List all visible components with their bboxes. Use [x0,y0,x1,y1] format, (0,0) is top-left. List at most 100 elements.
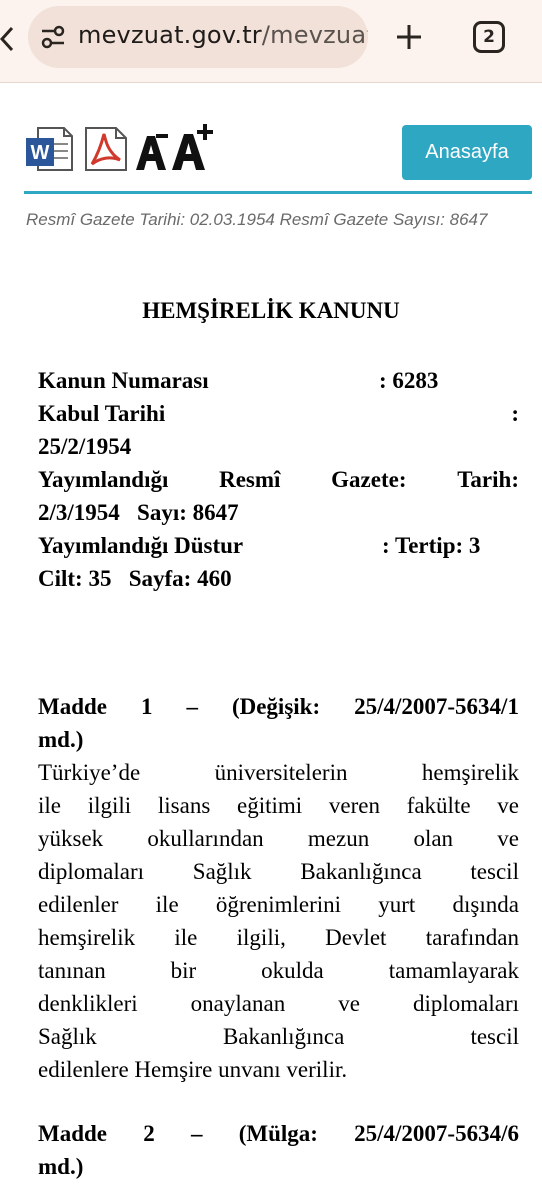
decrease-font-icon[interactable] [134,128,170,172]
body-word: ile [155,892,179,917]
dustur-row: Yayımlandığı Düstur : Tertip: 3 [38,529,519,562]
heading-word: 25/4/2007-5634/6 [354,1121,519,1146]
body-word: tescil [470,859,519,884]
law-number-label: Kanun Numarası [38,368,209,393]
body-word: edilenler [38,892,119,917]
article-2: Madde 2 – (Mülga: 25/4/2007-5634/6 md.) [38,1117,519,1183]
body-word: okullarından [147,826,264,851]
body-word: hemşirelik [421,760,519,785]
gazette-date-issue-row: 2/3/1954 Sayı: 8647 [38,496,519,529]
article-body-line: Türkiye’de üniversitelerin hemşirelik [38,756,519,789]
gazette-label-part: Gazete: [331,467,407,492]
word-download-icon[interactable]: W [24,124,74,174]
body-word: Sağlık [192,859,252,884]
dustur-label: Yayımlandığı Düstur [38,533,244,558]
body-word: ve [497,826,519,851]
increase-font-icon[interactable] [170,122,214,172]
heading-word: – [190,1121,203,1146]
body-word: ile [38,793,61,818]
body-word: üniversitelerin [214,760,348,785]
body-word: bir [170,958,197,983]
body-word: yüksek [38,826,104,851]
gazette-info: Resmî Gazete Tarihi: 02.03.1954 Resmî Ga… [26,210,488,229]
article-body: Türkiye’de üniversitelerin hemşirelik ile il… [38,756,519,1053]
article-body-last-line: edilenlere Hemşire unvanı verilir. [38,1057,348,1082]
body-word: öğrenimlerini [215,892,342,917]
article-heading: Madde 2 – (Mülga: 25/4/2007-5634/6 [38,1117,519,1150]
body-word: tamamlayarak [388,958,519,983]
article-body-line: hemşirelik ile ilgili, Devlet tarafından [38,921,519,954]
url-path: /mevzuat [261,21,368,49]
article-heading: Madde 1 – (Değişik: 25/4/2007-5634/1 [38,690,519,723]
acceptance-label: Kabul Tarihi [38,401,166,426]
tab-switcher-button[interactable]: 2 [473,21,505,53]
body-word: ilgili [87,793,132,818]
volume-page: Cilt: 35 Sayfa: 460 [38,566,232,591]
body-word: Bakanlığınca [300,859,422,884]
article-body-line: denklikleri onaylanan ve diplomaları [38,987,519,1020]
body-word: veren [328,793,380,818]
body-word: Devlet [325,925,387,950]
body-word: ilgili, [236,925,286,950]
body-word: hemşirelik [38,925,136,950]
acceptance-date: 25/2/1954 [38,434,132,459]
volume-page-row: Cilt: 35 Sayfa: 460 [38,562,519,595]
body-word: Sağlık [38,1024,97,1049]
word-icon-letter: W [31,142,50,164]
body-word: mezun [307,826,370,851]
article-body-line: Sağlık Bakanlığınca tescil [38,1020,519,1053]
site-settings-icon[interactable] [40,24,66,50]
law-number-row: Kanun Numarası : 6283 [38,364,519,397]
body-word: ve [497,793,519,818]
body-word: onaylanan [190,991,286,1016]
new-tab-icon[interactable] [394,22,424,52]
gazette-label-part: Tarih: [457,467,519,492]
pdf-download-icon[interactable] [80,124,130,174]
home-button[interactable]: Anasayfa [402,125,532,180]
body-word: eğitimi [237,793,303,818]
body-word: Türkiye’de [38,760,141,785]
gazette-label-part: Resmî [219,467,281,492]
gazette-publication-row: Yayımlandığı Resmî Gazete: Tarih: [38,463,519,496]
toolbar-divider [24,191,532,194]
article-body-line: diplomaları Sağlık Bakanlığınca tescil [38,855,519,888]
heading-word: Madde [38,1121,107,1146]
article-body-line: yüksek okullarından mezun olan ve [38,822,519,855]
browser-address-bar: mevzuat.gov.tr/mevzuat 2 [0,0,542,83]
acceptance-date-row: 25/2/1954 [38,430,519,463]
article-heading-cont: md.) [38,1154,84,1179]
gazette-date-issue: 2/3/1954 Sayı: 8647 [38,500,239,525]
body-word: diplomaları [38,859,145,884]
body-word: yurt [378,892,416,917]
heading-word: – [186,694,198,719]
heading-word: (Mülga: [238,1121,318,1146]
body-word: diplomaları [412,991,519,1016]
body-word: tanınan [38,958,106,983]
article-heading-cont: md.) [38,727,84,752]
article-body-line: edilenler ile öğrenimlerini yurt dışında [38,888,519,921]
article-body-line: ile ilgili lisans eğitimi veren fakülte ve [38,789,519,822]
body-word: olan [413,826,454,851]
body-word: fakülte [406,793,471,818]
body-word: dışında [452,892,519,917]
acceptance-colon: : [511,401,519,426]
body-word: ve [338,991,360,1016]
body-word: okulda [261,958,324,983]
heading-word: 2 [143,1121,155,1146]
url-host: mevzuat.gov.tr [78,21,262,49]
url-field[interactable]: mevzuat.gov.tr/mevzuat [28,6,368,68]
article-body-line: tanınan bir okulda tamamlayarak [38,954,519,987]
dustur-value: : Tertip: 3 [382,533,481,558]
heading-word: (Değişik: [231,694,321,719]
heading-word: 1 [140,694,153,719]
body-word: tarafından [425,925,519,950]
body-word: tescil [470,1024,519,1049]
law-title: HEMŞİRELİK KANUNU [142,298,400,323]
law-info-block: Kanun Numarası : 6283 Kabul Tarihi : 25/… [38,364,519,595]
body-word: lisans [157,793,211,818]
heading-word: 25/4/2007-5634/1 [354,694,519,719]
body-word: denklikleri [38,991,138,1016]
heading-word: Madde [38,694,107,719]
gazette-label-part: Yayımlandığı [38,467,169,492]
back-arrow-icon[interactable] [0,26,14,52]
